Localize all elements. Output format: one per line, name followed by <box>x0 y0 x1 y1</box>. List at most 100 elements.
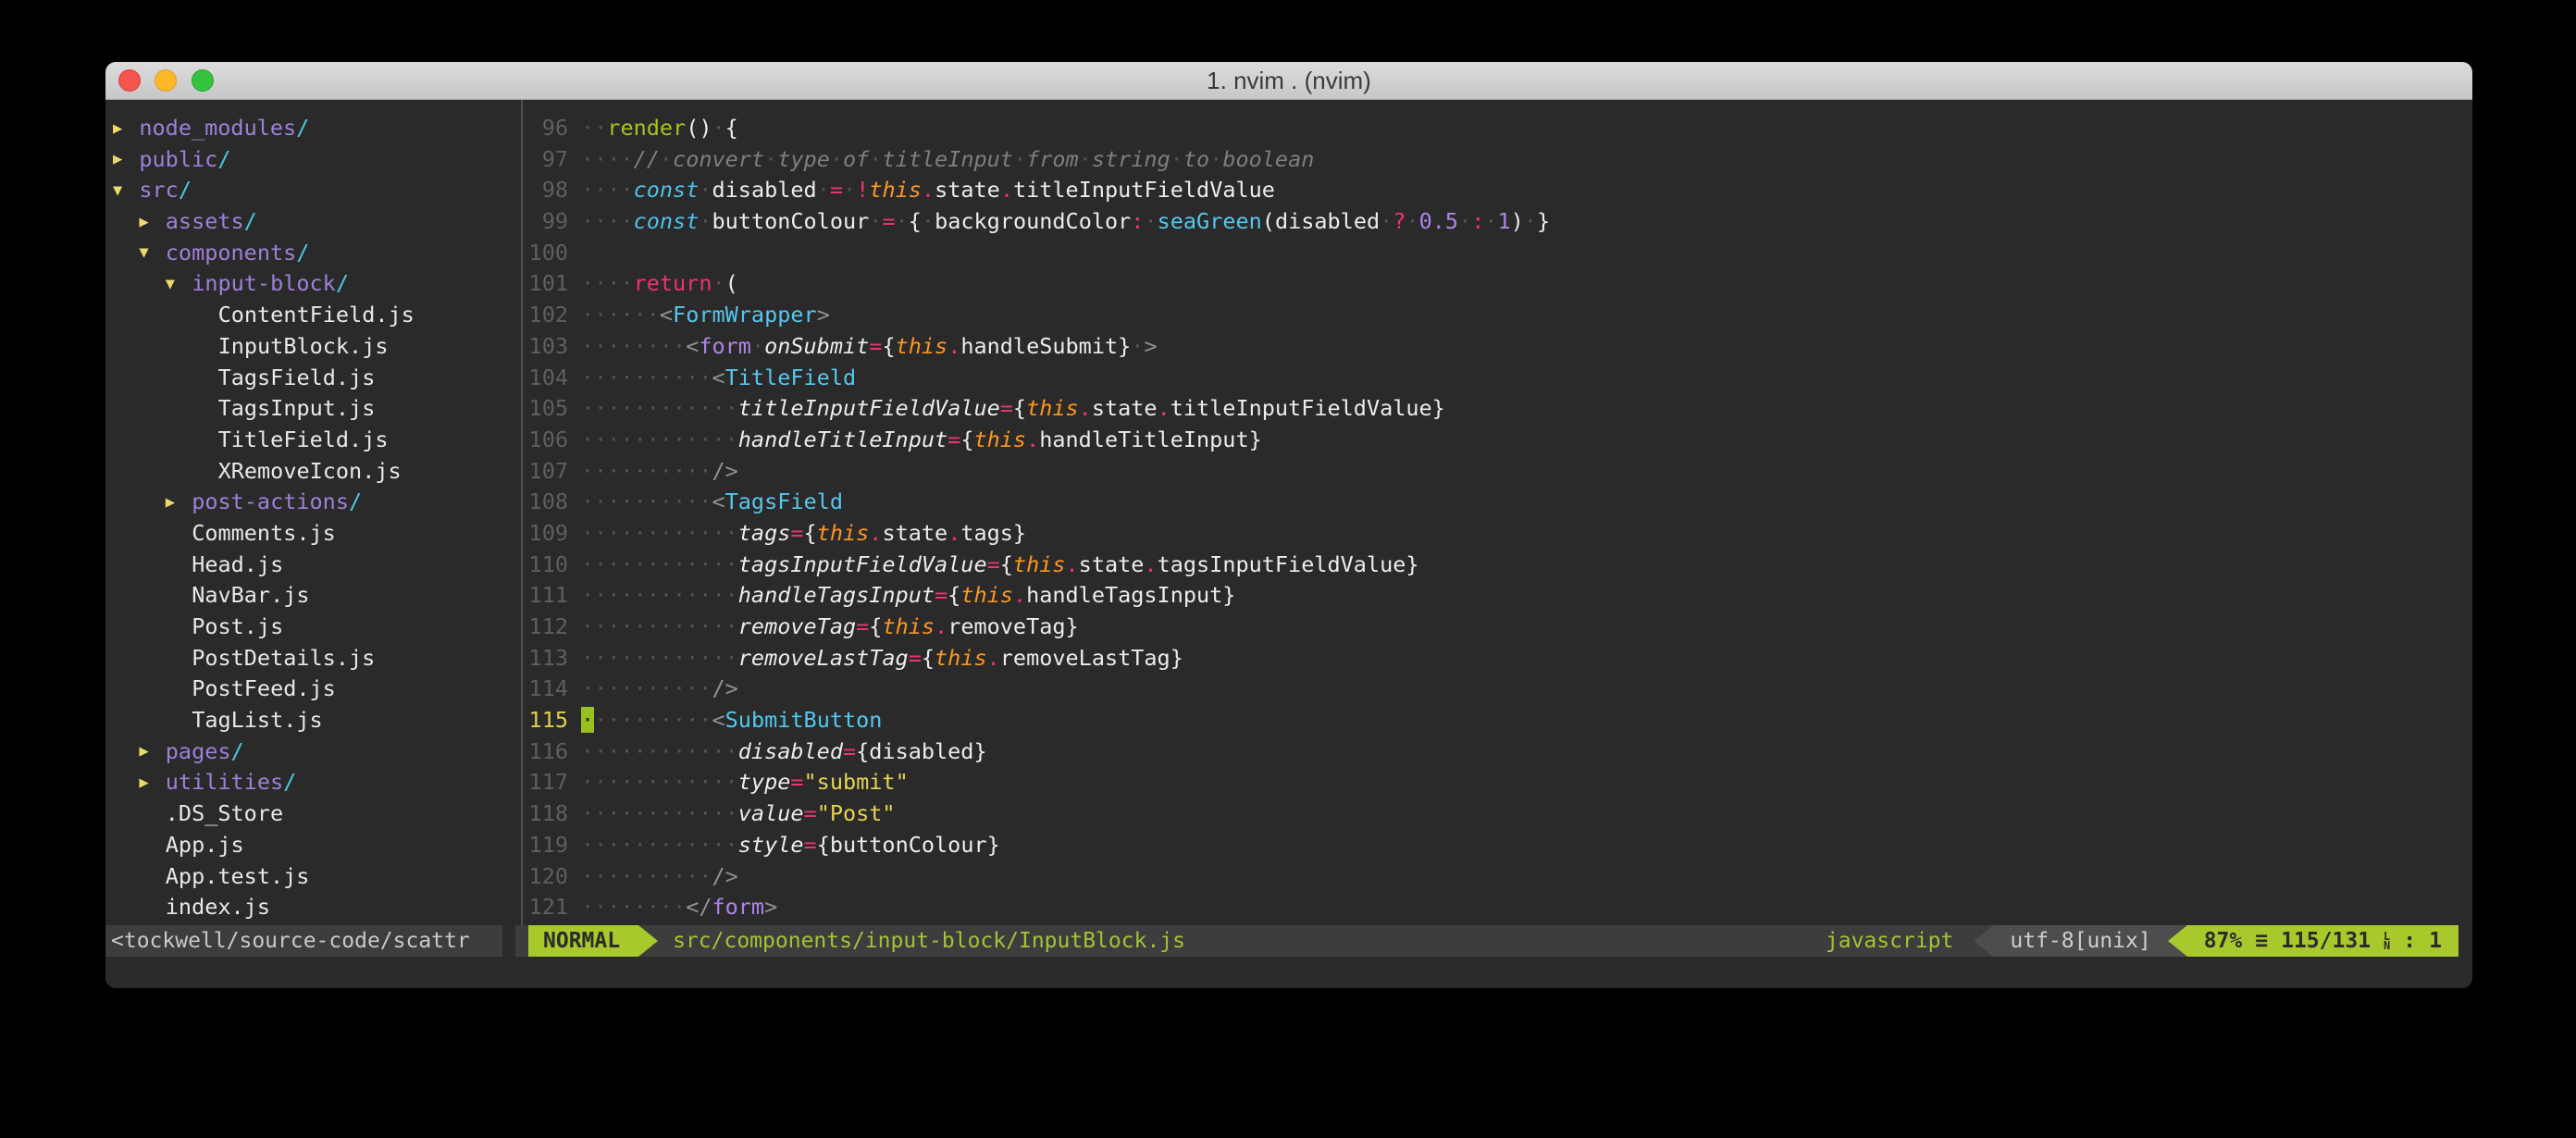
tree-file-TagList.js[interactable]: TagList.js <box>105 705 515 736</box>
code-token: {disabled} <box>856 738 986 764</box>
code-line-96[interactable]: 96··render()·{ <box>528 113 2472 144</box>
tree-file-TagsInput.js[interactable]: TagsInput.js <box>105 393 515 425</box>
collapsed-arrow-icon[interactable]: ▶ <box>139 207 165 239</box>
code-line-109[interactable]: 109············tags={this.state.tags} <box>528 518 2472 550</box>
code-token: type <box>738 769 791 795</box>
file-name: Comments.js <box>192 520 336 546</box>
tree-file-Post.js[interactable]: Post.js <box>105 612 515 643</box>
title-bar[interactable]: 1. nvim . (nvim) <box>105 62 2472 100</box>
code-token: this <box>869 177 922 203</box>
code-line-112[interactable]: 112············removeTag={this.removeTag… <box>528 612 2472 643</box>
code-line-107[interactable]: 107··········/> <box>528 456 2472 488</box>
code-token: ? <box>1393 208 1406 234</box>
whitespace-dots: · <box>1524 208 1537 234</box>
code-line-117[interactable]: 117············type="submit" <box>528 767 2472 798</box>
whitespace-dots: ···· <box>581 208 634 234</box>
code-line-97[interactable]: 97····//·convert·type·of·titleInput·from… <box>528 144 2472 176</box>
code-token: tagsInputFieldValue <box>738 551 987 577</box>
tree-file-PostDetails.js[interactable]: PostDetails.js <box>105 643 515 674</box>
line-number: 120 <box>528 861 568 893</box>
code-line-119[interactable]: 119············style={buttonColour} <box>528 830 2472 861</box>
tree-file-.DS_Store[interactable]: .DS_Store <box>105 798 515 830</box>
tree-file-XRemoveIcon.js[interactable]: XRemoveIcon.js <box>105 456 515 488</box>
tree-file-App.test.js[interactable]: App.test.js <box>105 861 515 893</box>
code-lines[interactable]: 96··render()·{97····//·convert·type·of·t… <box>528 100 2472 925</box>
code-line-102[interactable]: 102······<FormWrapper> <box>528 300 2472 331</box>
tree-dir-components[interactable]: ▼components/ <box>105 238 515 269</box>
whitespace-dots: ············ <box>581 582 738 608</box>
whitespace-dots: ········ <box>581 894 686 920</box>
code-line-106[interactable]: 106············handleTitleInput={this.ha… <box>528 425 2472 456</box>
code-line-103[interactable]: 103········<form·onSubmit={this.handleSu… <box>528 331 2472 363</box>
tree-file-Comments.js[interactable]: Comments.js <box>105 518 515 550</box>
code-token: string <box>1092 146 1170 172</box>
whitespace-dots: ············ <box>581 800 738 826</box>
dir-slash: / <box>231 738 244 764</box>
statusline-gap <box>502 925 515 957</box>
code-line-118[interactable]: 118············value="Post" <box>528 798 2472 830</box>
collapsed-arrow-icon[interactable]: ▶ <box>113 144 139 176</box>
tree-file-index.js[interactable]: index.js <box>105 892 515 923</box>
code-line-98[interactable]: 98····const·disabled·=·!this.state.title… <box>528 175 2472 206</box>
tree-file-ContentField.js[interactable]: ContentField.js <box>105 300 515 331</box>
current-line-number: 115 <box>528 705 568 736</box>
code-line-108[interactable]: 108··········<TagsField <box>528 487 2472 518</box>
code-line-110[interactable]: 110············tagsInputFieldValue={this… <box>528 550 2472 581</box>
code-token: const <box>634 177 700 203</box>
code-token: style <box>738 832 804 858</box>
code-line-100[interactable]: 100 <box>528 238 2472 269</box>
code-line-101[interactable]: 101····return·( <box>528 268 2472 300</box>
code-line-105[interactable]: 105············titleInputFieldValue={thi… <box>528 393 2472 425</box>
whitespace-dots: ········· <box>594 707 712 733</box>
tree-dir-public[interactable]: ▶public/ <box>105 144 515 176</box>
code-token: = <box>804 800 817 826</box>
dir-slash: / <box>283 769 296 795</box>
tree-file-PostFeed.js[interactable]: PostFeed.js <box>105 674 515 705</box>
code-line-116[interactable]: 116············disabled={disabled} <box>528 736 2472 768</box>
code-token: { <box>882 333 895 359</box>
code-line-99[interactable]: 99····const·buttonColour·=·{·backgroundC… <box>528 206 2472 238</box>
tree-dir-pages[interactable]: ▶pages/ <box>105 736 515 768</box>
split-separator[interactable] <box>515 100 528 925</box>
expanded-arrow-icon[interactable]: ▼ <box>139 238 165 269</box>
tree-file-InputBlock.js[interactable]: InputBlock.js <box>105 331 515 363</box>
whitespace-dots: · <box>1209 146 1222 172</box>
expanded-arrow-icon[interactable]: ▼ <box>113 176 139 207</box>
code-line-113[interactable]: 113············removeLastTag={this.remov… <box>528 643 2472 674</box>
file-tree[interactable]: ▶node_modules/▶public/▼src/▶assets/▼comp… <box>105 100 515 925</box>
tree-dir-src[interactable]: ▼src/ <box>105 175 515 206</box>
tree-file-Head.js[interactable]: Head.js <box>105 550 515 581</box>
code-token: handleSubmit} <box>960 333 1131 359</box>
code-line-104[interactable]: 104··········<TitleField <box>528 363 2472 394</box>
code-line-121[interactable]: 121········</form> <box>528 892 2472 923</box>
tree-file-NavBar.js[interactable]: NavBar.js <box>105 580 515 612</box>
collapsed-arrow-icon[interactable]: ▶ <box>113 114 139 145</box>
collapsed-arrow-icon[interactable]: ▶ <box>139 768 165 799</box>
tree-dir-assets[interactable]: ▶assets/ <box>105 206 515 238</box>
code-line-115[interactable]: 115··········<SubmitButton <box>528 705 2472 736</box>
code-token: . <box>935 613 947 639</box>
collapsed-arrow-icon[interactable]: ▶ <box>166 488 192 519</box>
code-token: > <box>817 302 830 328</box>
file-name: Post.js <box>192 613 283 639</box>
tree-dir-post-actions[interactable]: ▶post-actions/ <box>105 487 515 518</box>
tree-file-TitleField.js[interactable]: TitleField.js <box>105 425 515 456</box>
line-number: 101 <box>528 268 568 300</box>
code-token: {buttonColour} <box>817 832 1000 858</box>
code-token: = <box>790 520 803 546</box>
tree-file-TagsField.js[interactable]: TagsField.js <box>105 363 515 394</box>
command-line[interactable] <box>105 957 2472 988</box>
code-token: titleInputFieldValue <box>738 395 1000 421</box>
code-line-120[interactable]: 120··········/> <box>528 861 2472 893</box>
code-line-114[interactable]: 114··········/> <box>528 674 2472 705</box>
tree-file-App.js[interactable]: App.js <box>105 830 515 861</box>
tree-dir-utilities[interactable]: ▶utilities/ <box>105 767 515 798</box>
expanded-arrow-icon[interactable]: ▼ <box>166 269 192 301</box>
code-token: titleInputFieldValue} <box>1170 395 1445 421</box>
tree-dir-input-block[interactable]: ▼input-block/ <box>105 268 515 300</box>
code-line-111[interactable]: 111············handleTagsInput={this.han… <box>528 580 2472 612</box>
code-token: return <box>634 270 712 296</box>
code-token: . <box>987 645 1000 671</box>
tree-dir-node_modules[interactable]: ▶node_modules/ <box>105 113 515 144</box>
collapsed-arrow-icon[interactable]: ▶ <box>139 736 165 768</box>
